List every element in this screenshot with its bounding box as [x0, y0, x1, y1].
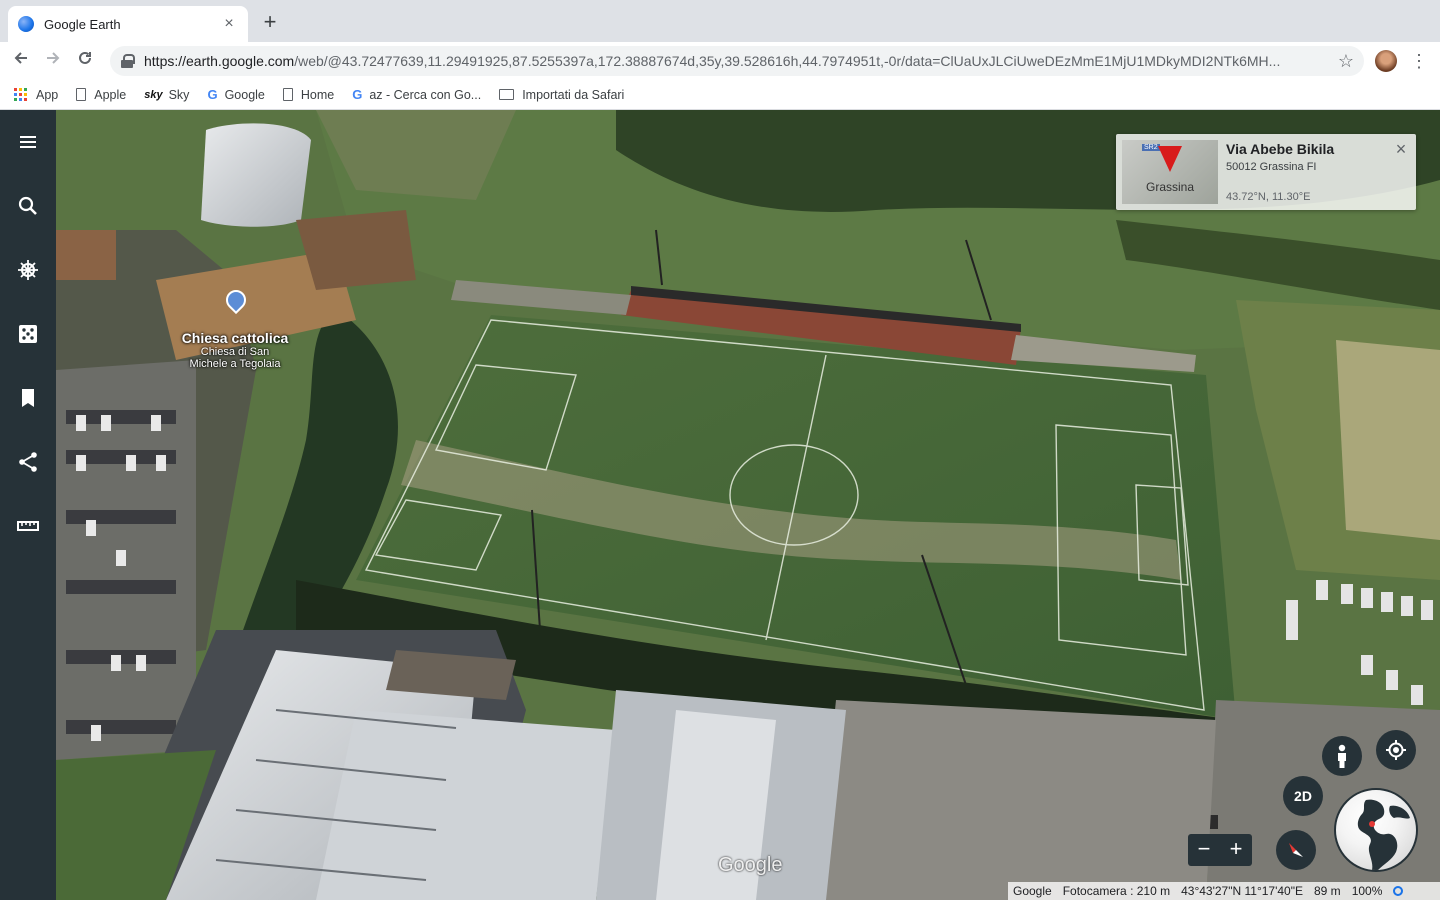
pegman-icon — [1338, 744, 1346, 768]
status-bar: Google Fotocamera : 210 m 43°43'27"N 11°… — [1008, 882, 1440, 900]
google-watermark: Google — [718, 854, 783, 876]
crosshair-icon — [1386, 740, 1406, 760]
camera-altitude: Fotocamera : 210 m — [1062, 884, 1171, 898]
zoom-control: − + — [1188, 834, 1252, 866]
bookmarks-bar: App Apple sky Sky G Google Home G az - C… — [0, 80, 1440, 110]
location-pin-icon — [1158, 146, 1182, 172]
bookmark-star-icon[interactable]: ☆ — [1338, 51, 1354, 72]
projects-button[interactable] — [0, 378, 56, 418]
imagery-provider[interactable]: Google — [1013, 884, 1052, 898]
my-location-button[interactable] — [1376, 730, 1416, 770]
street-view-button[interactable] — [1322, 736, 1362, 776]
feeling-lucky-button[interactable] — [0, 314, 56, 354]
bookmark-home[interactable]: Home — [282, 87, 335, 102]
earth-sidebar — [0, 110, 56, 900]
url-host: https://earth.google.com — [144, 53, 295, 69]
globe-viewport[interactable]: Chiesa cattolica Chiesa di San Michele a… — [56, 110, 1440, 900]
loading-percent: 100% — [1351, 884, 1383, 898]
bookmark-label: Importati da Safari — [522, 87, 625, 102]
zoom-in-button[interactable]: + — [1220, 834, 1252, 866]
bookmark-az-search[interactable]: G az - Cerca con Go... — [352, 87, 481, 102]
dice-icon — [19, 325, 37, 343]
profile-avatar[interactable] — [1375, 50, 1397, 72]
compass-icon — [1289, 843, 1303, 857]
hamburger-menu-icon — [20, 136, 36, 148]
voyager-button[interactable] — [0, 250, 56, 290]
browser-toolbar: https://earth.google.com/web/@43.7247763… — [0, 42, 1440, 80]
tab-strip: Google Earth × + — [0, 0, 1440, 42]
bookmark-label: Apple — [94, 87, 127, 102]
browser-menu-icon[interactable]: ⋮ — [1410, 48, 1428, 74]
toggle-2d-button[interactable]: 2D — [1283, 776, 1323, 816]
bookmark-app[interactable]: App — [14, 87, 59, 102]
folder-icon — [499, 89, 515, 100]
bookmark-sky[interactable]: sky Sky — [144, 88, 189, 102]
google-g-icon: G — [207, 87, 218, 102]
share-button[interactable] — [0, 442, 56, 482]
poi-subtitle-line2: Michele a Tegolaia — [189, 358, 281, 370]
google-g-icon: G — [352, 87, 363, 102]
back-arrow-icon[interactable] — [8, 48, 34, 74]
search-icon — [18, 196, 37, 215]
forward-arrow-icon[interactable] — [40, 48, 66, 74]
poi-church-label[interactable]: Chiesa cattolica Chiesa di San Michele a… — [170, 330, 300, 370]
mini-globe[interactable] — [1334, 788, 1418, 872]
close-icon[interactable]: × — [1392, 140, 1410, 158]
bookmark-folder-safari[interactable]: Importati da Safari — [499, 88, 624, 102]
location-thumbnail[interactable]: SR2 Grassina — [1122, 140, 1218, 204]
location-coords: 43.72°N, 11.30°E — [1226, 191, 1311, 203]
zoom-out-button[interactable]: − — [1188, 834, 1220, 866]
bookmark-label: Home — [300, 87, 335, 102]
reload-icon[interactable] — [72, 48, 98, 74]
bookmark-label: Sky — [168, 87, 190, 102]
google-earth-favicon-icon — [18, 16, 34, 32]
tab-close-icon[interactable]: × — [220, 15, 238, 33]
bookmark-google[interactable]: G Google — [207, 87, 264, 102]
location-address: 50012 Grassina FI — [1226, 161, 1317, 173]
poi-title: Chiesa cattolica — [181, 330, 289, 346]
bookmark-label: Google — [224, 87, 265, 102]
address-bar[interactable]: https://earth.google.com/web/@43.7247763… — [110, 46, 1364, 76]
cursor-coordinates: 43°43'27"N 11°17'40"E — [1181, 884, 1303, 898]
elevation: 89 m — [1314, 884, 1341, 898]
compass-button[interactable] — [1276, 830, 1316, 870]
menu-button[interactable] — [0, 122, 56, 162]
bookmark-label: az - Cerca con Go... — [369, 87, 482, 102]
share-icon — [19, 452, 37, 472]
apps-grid-icon — [14, 87, 28, 102]
ship-wheel-icon — [18, 260, 38, 280]
url-path: /web/@43.72477639,11.29491925,87.5255397… — [294, 53, 1281, 69]
sky-logo-icon: sky — [144, 88, 163, 101]
tab-title: Google Earth — [44, 16, 121, 32]
lock-icon[interactable] — [120, 54, 135, 68]
road-badge: SR2 — [1142, 144, 1160, 151]
globe-map-icon — [1357, 799, 1410, 870]
new-tab-button[interactable]: + — [258, 10, 282, 34]
loading-ring-icon — [1393, 886, 1404, 896]
url-text: https://earth.google.com/web/@43.7247763… — [144, 53, 1330, 69]
search-button[interactable] — [0, 186, 56, 226]
poi-subtitle-line1: Chiesa di San — [200, 346, 270, 358]
tab-google-earth[interactable]: Google Earth × — [8, 6, 248, 42]
aerial-imagery — [56, 110, 1440, 900]
bookmark-apple[interactable]: Apple — [76, 88, 126, 102]
ruler-icon — [17, 521, 39, 531]
measure-button[interactable] — [0, 506, 56, 546]
location-title: Via Abebe Bikila — [1226, 141, 1335, 157]
document-icon — [76, 88, 87, 101]
bookmark-label: App — [36, 87, 59, 102]
thumbnail-label: Grassina — [1145, 180, 1195, 194]
location-info-card[interactable]: SR2 Grassina Via Abebe Bikila 50012 Gras… — [1116, 134, 1416, 210]
bookmark-icon — [22, 389, 34, 407]
document-icon — [282, 88, 293, 101]
